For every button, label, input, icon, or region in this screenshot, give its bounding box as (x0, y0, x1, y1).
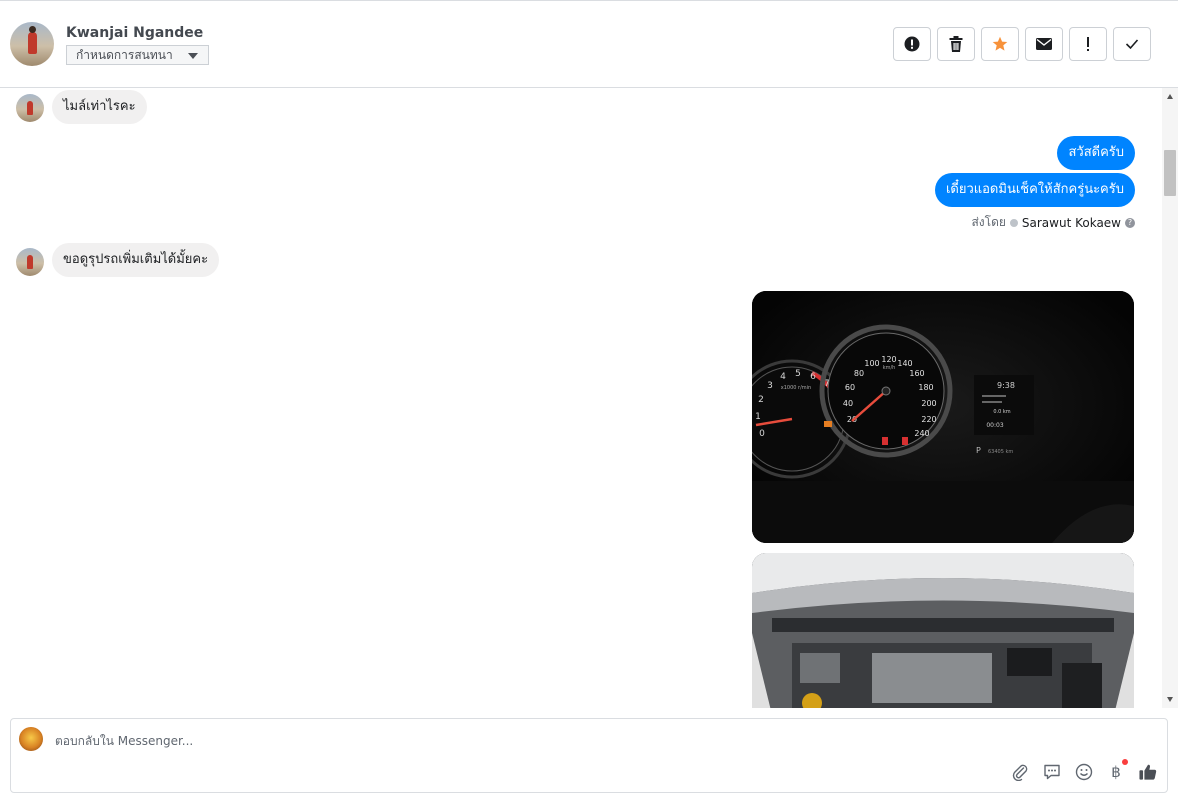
speed-tick-label: 80 (854, 369, 864, 378)
message-bubble-outgoing[interactable]: เดี๋ยวแอดมินเช็คให้สักครู่นะครับ (934, 173, 1135, 207)
exclamation-icon (1087, 37, 1089, 51)
photo-message-engine[interactable] (752, 553, 1134, 708)
scroll-up-arrow-icon[interactable] (1167, 94, 1173, 99)
message-bubble-incoming[interactable]: ไมล์เท่าไรคะ (52, 90, 147, 124)
rpm-tick-label: 2 (758, 395, 764, 405)
rpm-unit: x1000 r/min (781, 385, 811, 391)
page-avatar (19, 727, 43, 751)
speed-tick-label: 240 (914, 429, 929, 438)
agent-status-icon (1009, 218, 1018, 227)
star-icon (992, 36, 1008, 51)
dash-clock: 9:38 (997, 381, 1015, 390)
dash-trip-time: 00:03 (986, 422, 1003, 429)
sent-by-agent[interactable]: Sarawut Kokaew (1022, 216, 1121, 230)
rpm-tick-label: 4 (780, 372, 786, 382)
trash-icon (949, 36, 963, 52)
help-icon[interactable]: ? (1125, 217, 1135, 228)
contact-name[interactable]: Kwanjai Ngandee (66, 25, 203, 41)
envelope-icon (1036, 38, 1052, 50)
rpm-tick-label: 6 (810, 372, 816, 382)
contact-avatar[interactable] (10, 22, 54, 66)
customer-avatar[interactable] (16, 248, 44, 276)
saved-reply-icon (1044, 764, 1060, 780)
alert-circle-icon (904, 36, 920, 52)
message-thread[interactable]: ไมล์เท่าไรคะ สวัสดีครับ เดี๋ยวแอดมินเช็ค… (0, 88, 1162, 708)
notification-dot (1122, 759, 1128, 765)
report-button[interactable] (893, 27, 931, 61)
conversation-select[interactable]: กำหนดการสนทนา (66, 45, 209, 65)
rpm-tick-label: 5 (795, 369, 801, 379)
saved-reply-button[interactable] (1043, 763, 1061, 781)
done-button[interactable] (1113, 27, 1151, 61)
customer-avatar[interactable] (16, 94, 44, 122)
speed-tick-label: 200 (921, 399, 936, 408)
caret-down-icon (188, 53, 198, 59)
rpm-tick-label: 0 (759, 429, 765, 439)
payment-baht-icon: ฿ (1111, 763, 1121, 781)
engine-image (752, 553, 1134, 708)
sent-by-info: ส่งโดย Sarawut Kokaew ? (971, 213, 1135, 232)
important-button[interactable] (1069, 27, 1107, 61)
rpm-tick-label: 1 (755, 412, 761, 422)
conversation-header: Kwanjai Ngandee กำหนดการสนทนา (0, 0, 1178, 88)
dash-odometer: 63405 km (988, 449, 1013, 455)
speed-tick-label: 160 (909, 369, 924, 378)
speed-tick-label: 120 (881, 355, 896, 364)
speed-unit: km/h (883, 365, 896, 371)
message-bubble-outgoing[interactable]: สวัสดีครับ (1057, 136, 1135, 170)
conversation-actions (893, 27, 1151, 61)
speed-tick-label: 220 (921, 415, 936, 424)
reply-composer: ฿ (10, 718, 1168, 793)
dash-gear: P (976, 446, 981, 455)
messenger-inbox: Kwanjai Ngandee กำหนดการสนทนา ไมล์เท่าไร… (0, 0, 1178, 800)
rpm-tick-label: 3 (767, 381, 773, 391)
sent-by-prefix: ส่งโดย (971, 215, 1006, 229)
scroll-down-arrow-icon[interactable] (1167, 697, 1173, 702)
dashboard-image: 0 1 2 3 4 5 6 7 x1000 r/min 20 40 60 (752, 291, 1134, 543)
speed-tick-label: 180 (918, 383, 933, 392)
check-icon (1125, 39, 1139, 50)
reply-input[interactable] (55, 731, 855, 751)
speed-tick-label: 60 (845, 383, 855, 392)
composer-tools: ฿ (1011, 759, 1157, 781)
speed-tick-label: 40 (843, 399, 853, 408)
conversation-select-label: กำหนดการสนทนา (76, 48, 173, 62)
like-button[interactable] (1139, 763, 1157, 781)
star-button[interactable] (981, 27, 1019, 61)
message-bubble-incoming[interactable]: ขอดูรุปรถเพิ่มเติมได้มั้ยคะ (52, 243, 220, 277)
delete-button[interactable] (937, 27, 975, 61)
emoji-button[interactable] (1075, 763, 1093, 781)
scrollbar-thumb[interactable] (1164, 150, 1176, 196)
like-icon (1139, 764, 1157, 780)
mark-unread-button[interactable] (1025, 27, 1063, 61)
attachment-icon (1012, 764, 1028, 781)
attachment-button[interactable] (1011, 763, 1029, 781)
photo-message-dashboard[interactable]: 0 1 2 3 4 5 6 7 x1000 r/min 20 40 60 (752, 291, 1134, 543)
speed-tick-label: 140 (897, 359, 912, 368)
thread-scrollbar[interactable] (1162, 88, 1178, 708)
emoji-icon (1075, 763, 1093, 781)
dash-distance: 0.0 km (993, 409, 1010, 415)
payment-button[interactable]: ฿ (1107, 759, 1128, 781)
speed-tick-label: 100 (864, 359, 879, 368)
